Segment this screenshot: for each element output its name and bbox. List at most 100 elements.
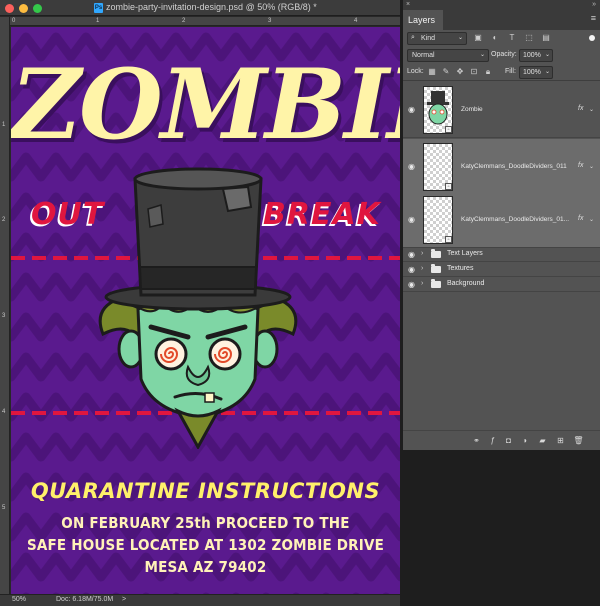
ruler-mark: 2	[182, 18, 186, 24]
layer-row-doodle-divider-2[interactable]: ◉ ▫ KatyClemmans_DoodleDividers_01... fx…	[403, 192, 600, 248]
filter-kind-dropdown[interactable]: ⌕ Kind ⌄	[407, 32, 467, 45]
link-layers-icon[interactable]: ⚭	[471, 435, 482, 446]
ruler-mark: 3	[2, 313, 6, 319]
ruler-mark: 3	[268, 18, 272, 24]
close-panel-icon[interactable]: ×	[406, 1, 410, 8]
fill-label: Fill:	[505, 68, 516, 75]
expand-effects-icon[interactable]: ⌄	[589, 216, 594, 223]
horizontal-ruler[interactable]: 0 1 2 3 4	[10, 17, 400, 26]
quarantine-heading: QUARANTINE INSTRUCTIONS	[30, 479, 381, 503]
lock-position-icon[interactable]: ✥	[455, 67, 465, 77]
zombie-illustration	[98, 167, 298, 449]
lock-transparent-icon[interactable]: ▦	[427, 67, 437, 77]
smart-object-filter-icon[interactable]: ▤	[541, 33, 551, 43]
minimize-window-button[interactable]	[19, 4, 28, 13]
close-window-button[interactable]	[5, 4, 14, 13]
fill-field[interactable]: 100% ⌄	[519, 66, 553, 79]
shape-filter-icon[interactable]: ⬚	[524, 33, 534, 43]
blend-mode-value: Normal	[412, 52, 435, 59]
layer-name[interactable]: Zombie	[461, 106, 483, 113]
layer-filter-row: ⌕ Kind ⌄ ▣ ◐ T ⬚ ▤	[403, 31, 600, 47]
panel-header: × » Layers ≡	[403, 0, 600, 30]
layer-row-zombie[interactable]: ◉ ▫ Zombie fx ⌄	[403, 82, 600, 138]
lock-all-icon[interactable]: 🔒︎	[483, 67, 493, 77]
document-canvas[interactable]: ZOMBIE OUT BREAK	[11, 27, 400, 594]
group-row-text-layers[interactable]: ◉ › Text Layers	[403, 248, 600, 262]
adjustment-filter-icon[interactable]: ◐	[490, 33, 500, 43]
blend-mode-dropdown[interactable]: Normal ⌄	[407, 49, 489, 62]
tab-layers[interactable]: Layers	[403, 10, 443, 30]
filter-toggle-icon[interactable]	[589, 35, 595, 41]
layer-thumbnail: ▫	[423, 196, 453, 244]
chevron-right-icon[interactable]: ›	[421, 265, 423, 272]
instruction-line-3: MESA AZ 79402	[144, 558, 267, 576]
opacity-label: Opacity:	[491, 51, 517, 58]
layer-thumbnail: ▫	[423, 86, 453, 134]
expand-effects-icon[interactable]: ⌄	[589, 163, 594, 170]
pixel-filter-icon[interactable]: ▣	[473, 33, 483, 43]
layer-thumbnail: ▫	[423, 143, 453, 191]
collapse-panel-icon[interactable]: »	[592, 1, 596, 8]
folder-icon	[431, 249, 441, 258]
canvas-area[interactable]: ZOMBIE OUT BREAK	[11, 27, 400, 594]
layer-effects-icon[interactable]: fx	[578, 215, 583, 222]
group-row-background[interactable]: ◉ › Background	[403, 278, 600, 292]
visibility-eye-icon[interactable]: ◉	[408, 216, 418, 224]
layer-row-doodle-divider-1[interactable]: ◉ ▫ KatyClemmans_DoodleDividers_011 fx ⌄	[403, 139, 600, 195]
ruler-mark: 5	[2, 505, 6, 511]
type-filter-icon[interactable]: T	[507, 33, 517, 43]
ruler-mark: 1	[96, 18, 100, 24]
fx-icon[interactable]: ƒ	[487, 435, 498, 446]
add-mask-icon[interactable]: ◘	[503, 435, 514, 446]
opacity-field[interactable]: 100% ⌄	[519, 49, 553, 62]
lock-artboard-icon[interactable]: ⊡	[469, 67, 479, 77]
visibility-eye-icon[interactable]: ◉	[408, 251, 418, 259]
folder-icon	[431, 264, 441, 273]
smart-object-badge-icon: ▫	[445, 183, 452, 190]
delete-layer-icon[interactable]: 🗑︎	[573, 435, 584, 446]
adjustment-layer-icon[interactable]: ◑	[519, 435, 530, 446]
zombie-title-text: ZOMBIE	[11, 48, 400, 161]
zoom-window-button[interactable]	[33, 4, 42, 13]
new-group-icon[interactable]: ▰	[537, 435, 548, 446]
lock-label: Lock:	[407, 68, 424, 75]
empty-panel-area	[403, 450, 600, 606]
chevron-right-icon[interactable]: ›	[421, 280, 423, 287]
ruler-mark: 1	[2, 122, 6, 128]
expand-effects-icon[interactable]: ⌄	[589, 106, 594, 113]
lock-image-icon[interactable]: ✎	[441, 67, 451, 77]
smart-object-badge-icon: ▫	[445, 236, 452, 243]
visibility-eye-icon[interactable]: ◉	[408, 266, 418, 274]
ruler-mark: 4	[354, 18, 358, 24]
layer-name[interactable]: KatyClemmans_DoodleDividers_011	[461, 163, 567, 170]
smart-object-badge-icon: ▫	[445, 126, 452, 133]
vertical-ruler[interactable]: 1 2 3 4 5	[0, 17, 10, 594]
group-name[interactable]: Background	[447, 280, 484, 287]
layer-name[interactable]: KatyClemmans_DoodleDividers_01...	[461, 216, 569, 223]
document-title-bar: Ps zombie-party-invitation-design.psd @ …	[0, 0, 400, 16]
visibility-eye-icon[interactable]: ◉	[408, 281, 418, 289]
visibility-eye-icon[interactable]: ◉	[408, 106, 418, 114]
visibility-eye-icon[interactable]: ◉	[408, 163, 418, 171]
photoshop-document-icon: Ps	[94, 3, 103, 13]
fill-value: 100%	[523, 69, 541, 76]
chevron-right-icon[interactable]: ›	[421, 250, 423, 257]
status-bar: 50% Doc: 6.18M/75.0M >	[0, 594, 400, 606]
zoom-level-field[interactable]: 50%	[12, 596, 26, 603]
chevron-down-icon: ⌄	[544, 52, 550, 58]
group-name[interactable]: Textures	[447, 265, 473, 272]
layer-effects-icon[interactable]: fx	[578, 105, 583, 112]
panel-menu-icon[interactable]: ≡	[591, 13, 596, 23]
group-name[interactable]: Text Layers	[447, 250, 483, 257]
group-row-textures[interactable]: ◉ › Textures	[403, 263, 600, 277]
layers-panel-footer: ⚭ ƒ ◘ ◑ ▰ ⊞ 🗑︎	[403, 430, 600, 450]
new-layer-icon[interactable]: ⊞	[555, 435, 566, 446]
status-menu-arrow-icon[interactable]: >	[122, 596, 126, 603]
search-icon: ⌕	[411, 34, 415, 41]
chevron-down-icon: ⌄	[457, 35, 463, 41]
document-title: zombie-party-invitation-design.psd @ 50%…	[106, 2, 317, 12]
filter-kind-value: Kind	[421, 35, 436, 42]
chevron-down-icon: ⌄	[544, 69, 550, 75]
layer-effects-icon[interactable]: fx	[578, 162, 583, 169]
layers-panel: × » Layers ≡ ⌕ Kind ⌄ ▣ ◐ T ⬚ ▤ Normal ⌄…	[403, 0, 600, 450]
